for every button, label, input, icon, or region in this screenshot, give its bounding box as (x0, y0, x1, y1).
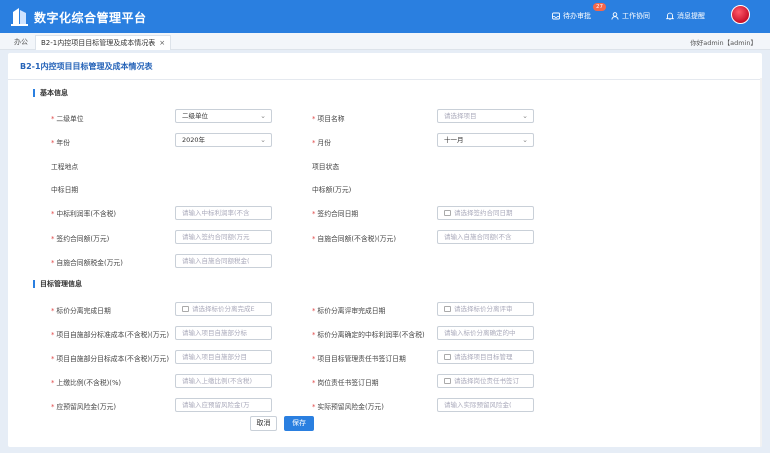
project-select[interactable]: 请选择项目 ⌄ (437, 109, 534, 123)
review-date-picker[interactable]: 请选择标价分离评审 (437, 302, 534, 316)
sign-date-picker[interactable]: 请选择签约合同日期 (437, 206, 534, 220)
nav-collaboration[interactable]: 工作协同 (611, 11, 650, 21)
section-basic-info: 基本信息 (33, 89, 68, 97)
split-profit-input[interactable]: 请输入标价分离确定的中 (437, 326, 534, 340)
nav-messages-label: 消息提醒 (677, 12, 705, 20)
risk-due-label: * 应预留风险金(万元) (51, 403, 117, 411)
nav-messages[interactable]: 消息提醒 (666, 11, 705, 21)
nav-collaboration-label: 工作协同 (622, 12, 650, 20)
self-amount-label: * 自施合同额(不含税)(万元) (312, 235, 396, 243)
nav-pending-approval-label: 待办审批 (563, 12, 591, 20)
bid-date-label: 中标日期 (51, 186, 79, 194)
calendar-icon (444, 354, 451, 360)
bid-profit-label: * 中标利润率(不含税) (51, 210, 117, 218)
self-amount-input[interactable]: 请输入自施合同额(不含 (437, 230, 534, 244)
self-tax-input[interactable]: 请输入自施合同额税金( (175, 254, 272, 268)
section-target-info: 目标管理信息 (33, 280, 82, 288)
save-button[interactable]: 保存 (284, 416, 314, 431)
app-title: 数字化综合管理平台 (34, 11, 147, 25)
year-select[interactable]: 2020年 ⌄ (175, 133, 272, 147)
self-cost-input[interactable]: 请输入项目自施部分标 (175, 326, 272, 340)
chevron-down-icon: ⌄ (522, 136, 528, 144)
post-date-picker[interactable]: 请选择岗位责任书签订 (437, 374, 534, 388)
duty-date-label: * 项目目标管理责任书签订日期 (312, 355, 406, 363)
form-panel: B2-1内控项目目标管理及成本情况表 基本信息 * 二级单位 二级单位 ⌄ * 项目名… (8, 53, 762, 447)
risk-due-input[interactable]: 请输入应预留风险金(万 (175, 398, 272, 412)
tab-current-form[interactable]: B2-1内控项目目标管理及成本情况表 × (35, 35, 172, 50)
split-date-picker[interactable]: 请选择标价分离完成E (175, 302, 272, 316)
sign-amount-input[interactable]: 请输入签约合同额(万元 (175, 230, 272, 244)
inbox-icon (552, 12, 560, 20)
status-label: 项目状态 (312, 163, 340, 171)
split-date-label: * 标价分离完成日期 (51, 307, 111, 315)
bid-profit-input[interactable]: 请输入中标利润率(不含 (175, 206, 272, 220)
cancel-button[interactable]: 取消 (250, 416, 277, 431)
sign-date-label: * 签约合同日期 (312, 210, 359, 218)
title-divider (8, 79, 762, 80)
page-title: B2-1内控项目目标管理及成本情况表 (20, 62, 153, 71)
bid-amount-label: 中标额(万元) (312, 186, 352, 194)
tab-office[interactable]: 办公 (9, 35, 33, 50)
chevron-down-icon: ⌄ (522, 112, 528, 120)
duty-date-picker[interactable]: 请选择项目目标管理 (437, 350, 534, 364)
target-cost-label: * 项目自施部分目标成本(不含税)(万元) (51, 355, 169, 363)
nav-pending-approval[interactable]: 待办审批 (552, 11, 591, 21)
tab-current-label: B2-1内控项目目标管理及成本情况表 (41, 39, 156, 47)
self-cost-label: * 项目自施部分标准成本(不含税)(万元) (51, 331, 169, 339)
chevron-down-icon: ⌄ (260, 136, 266, 144)
calendar-icon (444, 210, 451, 216)
post-date-label: * 岗位责任书签订日期 (312, 379, 379, 387)
year-label: * 年份 (51, 139, 70, 147)
chevron-down-icon: ⌄ (260, 112, 266, 120)
calendar-icon (444, 378, 451, 384)
sign-amount-label: * 签约合同额(万元) (51, 235, 110, 243)
bell-icon (666, 12, 674, 20)
risk-real-label: * 实际预留风险金(万元) (312, 403, 384, 411)
month-select[interactable]: 十一月 ⌄ (437, 133, 534, 147)
user-icon (611, 12, 619, 20)
split-profit-label: * 标价分离确定的中标利润率(不含税) (312, 331, 425, 339)
pending-count-badge: 27 (593, 3, 606, 11)
review-date-label: * 标价分离评审完成日期 (312, 307, 386, 315)
pay-ratio-input[interactable]: 请输入上缴比例(不含税) (175, 374, 272, 388)
tab-bar: 办公 B2-1内控项目目标管理及成本情况表 × 你好admin【admin】 (0, 33, 770, 50)
logo-icon (11, 8, 28, 26)
calendar-icon (182, 306, 189, 312)
unit-label: * 二级单位 (51, 115, 84, 123)
user-greeting: 你好admin【admin】 (690, 39, 757, 47)
avatar[interactable] (731, 5, 750, 24)
location-label: 工程地点 (51, 163, 79, 171)
risk-real-input[interactable]: 请输入实际预留风险金( (437, 398, 534, 412)
app-header: 数字化综合管理平台 待办审批 27 工作协同 消息提醒 (0, 0, 770, 33)
calendar-icon (444, 306, 451, 312)
target-cost-input[interactable]: 请输入项目自施部分目 (175, 350, 272, 364)
pay-ratio-label: * 上缴比例(不含税)(%) (51, 379, 122, 387)
close-icon[interactable]: × (159, 39, 165, 47)
self-tax-label: * 自施合同额税金(万元) (51, 259, 123, 267)
project-label: * 项目名称 (312, 115, 345, 123)
month-label: * 月份 (312, 139, 331, 147)
unit-select[interactable]: 二级单位 ⌄ (175, 109, 272, 123)
